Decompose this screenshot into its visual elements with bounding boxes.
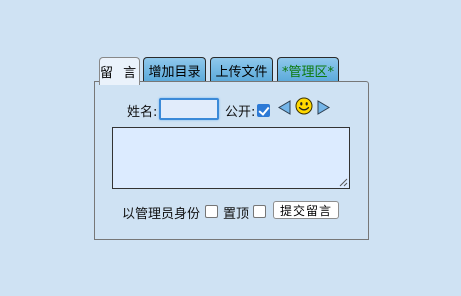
admin-identity-checkbox[interactable] bbox=[205, 205, 218, 218]
tab-message-label: 留 言 bbox=[99, 66, 140, 81]
tab-upload-file-label: 上传文件 bbox=[215, 64, 268, 80]
public-label: 公开: bbox=[225, 105, 256, 120]
tab-add-directory[interactable]: 增加目录 bbox=[143, 57, 206, 82]
guestbook-page: 留 言 增加目录 上传文件 *管理区* 姓名: 公开: 以管理员身份 置顶 提交… bbox=[0, 0, 461, 296]
resize-grip-icon[interactable] bbox=[339, 178, 348, 187]
tab-message[interactable]: 留 言 bbox=[99, 57, 140, 85]
message-textarea[interactable] bbox=[112, 127, 350, 189]
pin-top-checkbox[interactable] bbox=[253, 205, 266, 218]
tab-add-directory-label: 增加目录 bbox=[148, 64, 201, 80]
pin-top-label: 置顶 bbox=[223, 207, 250, 222]
admin-identity-label: 以管理员身份 bbox=[122, 207, 201, 222]
tab-admin-area-label: *管理区* bbox=[281, 64, 334, 80]
submit-message-button[interactable]: 提交留言 bbox=[273, 201, 339, 219]
previous-emoji-arrow-icon[interactable] bbox=[278, 100, 291, 115]
next-emoji-arrow-icon[interactable] bbox=[317, 100, 330, 115]
tab-upload-file[interactable]: 上传文件 bbox=[210, 57, 273, 82]
smiley-face-icon bbox=[295, 97, 313, 115]
name-input[interactable] bbox=[159, 98, 219, 120]
public-checkbox[interactable] bbox=[257, 104, 270, 117]
name-label: 姓名: bbox=[127, 105, 158, 120]
tab-admin-area[interactable]: *管理区* bbox=[277, 57, 339, 82]
